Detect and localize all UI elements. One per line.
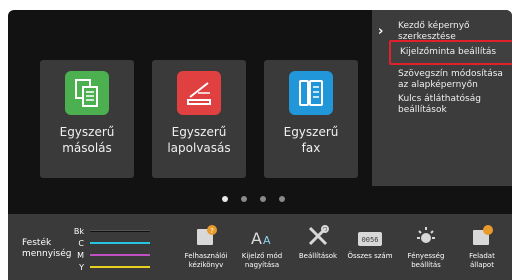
easy-copy-label: Egyszerű másolás bbox=[59, 125, 115, 155]
toner-row-c: C bbox=[70, 238, 150, 248]
brightness-icon bbox=[398, 220, 454, 248]
svg-text:A: A bbox=[263, 234, 271, 247]
manual-icon: ? bbox=[178, 220, 234, 248]
action-panel: › Kezdő képernyő szerkesztése Kijelzőmint… bbox=[372, 10, 512, 186]
toner-title: Festék mennyiség bbox=[22, 238, 72, 259]
page-indicator[interactable] bbox=[222, 196, 285, 202]
settings-icon bbox=[290, 220, 346, 248]
job-status-icon bbox=[454, 220, 510, 248]
home-screen: Egyszerű másolás Egyszerű lapolvasás Egy… bbox=[8, 10, 512, 280]
total-count-button[interactable]: 0056 Összes szám bbox=[342, 220, 398, 278]
display-zoom-icon: A A bbox=[234, 220, 290, 248]
toner-row-bk: Bk bbox=[70, 226, 150, 236]
copy-icon bbox=[65, 71, 109, 115]
status-bar: Festék mennyiség Bk C M Y ? Felhasználói… bbox=[8, 214, 512, 280]
page-dot[interactable] bbox=[241, 196, 247, 202]
svg-text:?: ? bbox=[210, 227, 214, 235]
settings-button[interactable]: Beállítások bbox=[290, 220, 346, 278]
easy-scan-label: Egyszerű lapolvasás bbox=[167, 125, 231, 155]
page-dot[interactable] bbox=[222, 196, 228, 202]
easy-copy-tile[interactable]: Egyszerű másolás bbox=[40, 60, 134, 178]
svg-text:0056: 0056 bbox=[362, 236, 379, 244]
toner-bar-m bbox=[90, 254, 150, 256]
counter-icon: 0056 bbox=[342, 220, 398, 248]
menu-item-key-transparency[interactable]: Kulcs átláthatóság beállítások bbox=[398, 94, 481, 116]
scanner-icon bbox=[177, 71, 221, 115]
page-dot[interactable] bbox=[279, 196, 285, 202]
display-zoom-button[interactable]: A A Kijelző mód nagyítása bbox=[234, 220, 290, 278]
menu-item-display-pattern[interactable]: Kijelzőminta beállítás bbox=[389, 40, 512, 65]
page-dot[interactable] bbox=[260, 196, 266, 202]
user-manual-button[interactable]: ? Felhasználói kézikönyv bbox=[178, 220, 234, 278]
easy-fax-label: Egyszerű fax bbox=[283, 125, 339, 155]
job-status-button[interactable]: Feladat állapot bbox=[454, 220, 510, 278]
svg-text:A: A bbox=[251, 229, 262, 248]
toner-bar-c bbox=[90, 242, 150, 244]
easy-fax-tile[interactable]: Egyszerű fax bbox=[264, 60, 358, 178]
menu-item-text-color[interactable]: Szövegszín módosítása az alapképernyőn bbox=[398, 69, 503, 91]
toner-row-y: Y bbox=[70, 262, 150, 272]
fax-icon bbox=[289, 71, 333, 115]
toner-bar-bk bbox=[90, 230, 150, 232]
easy-scan-tile[interactable]: Egyszerű lapolvasás bbox=[152, 60, 246, 178]
toner-row-m: M bbox=[70, 250, 150, 260]
collapse-panel-icon[interactable]: › bbox=[378, 24, 383, 39]
toner-bar-y bbox=[90, 266, 150, 268]
brightness-button[interactable]: Fényesség beállítás bbox=[398, 220, 454, 278]
